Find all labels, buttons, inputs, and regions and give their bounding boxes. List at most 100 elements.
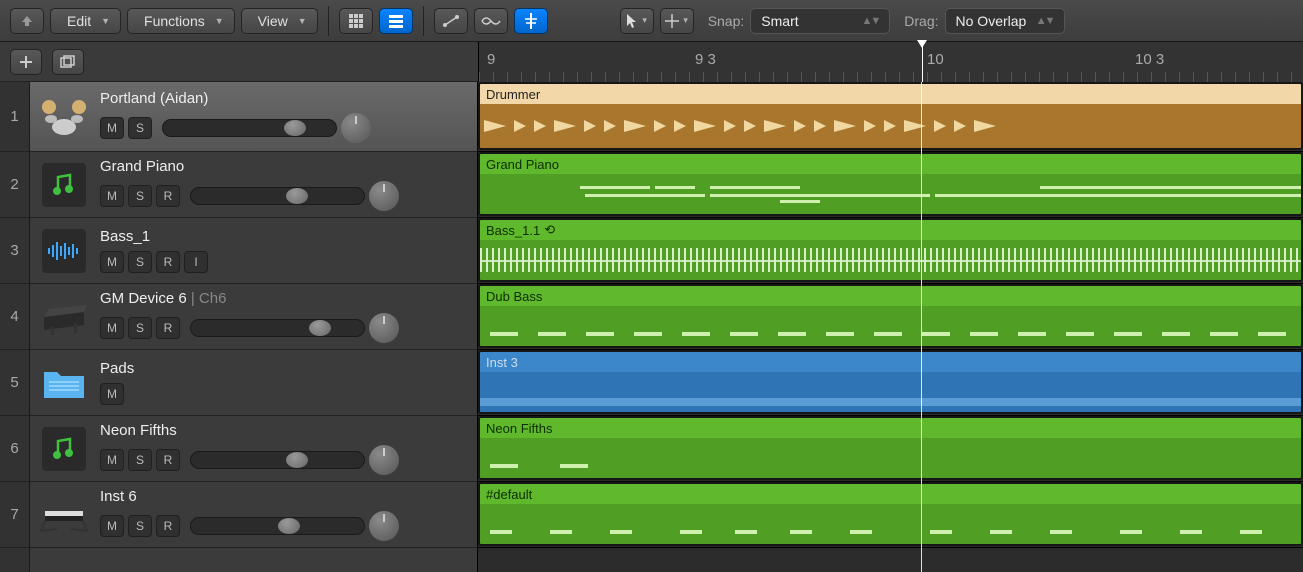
track-headers: Portland (Aidan) MS Grand Piano MSR Bass… [30,82,478,572]
record-button[interactable]: R [156,449,180,471]
track-number[interactable]: 1 [0,82,29,152]
pan-knob[interactable] [369,181,399,211]
track-name[interactable]: GM Device 6 | Ch6 [100,290,467,307]
main-toolbar: Edit▼ Functions▼ View▼ ▾ ▾ Snap: Smart▲▼… [0,0,1303,42]
ruler-label: 9 [487,51,495,68]
playhead-marker[interactable] [922,42,923,82]
record-button[interactable]: R [156,251,180,273]
pan-knob[interactable] [369,445,399,475]
region-label: Grand Piano [480,154,1301,174]
volume-slider[interactable] [190,517,365,535]
stepper-icon: ▲▼ [862,15,880,27]
record-button[interactable]: R [156,185,180,207]
track-number[interactable]: 6 [0,416,29,482]
track-icon [38,357,90,409]
drag-label: Drag: [904,13,938,29]
region-label: Drummer [480,84,1301,104]
volume-slider[interactable] [190,187,365,205]
drag-select[interactable]: No Overlap▲▼ [945,8,1065,34]
volume-slider[interactable] [190,451,365,469]
snap-select[interactable]: Smart▲▼ [750,8,890,34]
pan-knob[interactable] [369,313,399,343]
track-number[interactable]: 4 [0,284,29,350]
volume-slider[interactable] [190,319,365,337]
track-icon [38,159,90,211]
solo-button[interactable]: S [128,251,152,273]
solo-button[interactable]: S [128,185,152,207]
functions-menu[interactable]: Functions▼ [127,8,235,34]
track-header[interactable]: Pads M [30,350,477,416]
track-name[interactable]: Neon Fifths [100,422,467,439]
track-icon [38,225,90,277]
duplicate-track-button[interactable] [52,49,84,75]
track-number[interactable]: 3 [0,218,29,284]
mute-button[interactable]: M [100,251,124,273]
loop-icon: ⟲ [544,222,555,238]
list-view-button[interactable] [379,8,413,34]
chevron-down-icon: ▼ [215,16,224,26]
region-label: Neon Fifths [480,418,1301,438]
input-button[interactable]: I [184,251,208,273]
solo-button[interactable]: S [128,117,152,139]
timeline-ruler[interactable]: 9 9 3 10 10 3 [478,42,1303,82]
mute-button[interactable]: M [100,317,124,339]
catch-playhead-button[interactable] [514,8,548,34]
track-icon [38,91,90,143]
mute-button[interactable]: M [100,449,124,471]
ruler-label: 10 3 [1135,51,1164,68]
track-number[interactable]: 2 [0,152,29,218]
arrange-area[interactable]: Drummer Grand Piano Bass_1.1 ⟲ Dub Bass … [478,82,1303,572]
track-header[interactable]: Grand Piano MSR [30,152,477,218]
mute-button[interactable]: M [100,383,124,405]
solo-button[interactable]: S [128,317,152,339]
secondary-tool[interactable]: ▾ [660,8,694,34]
track-name[interactable]: Grand Piano [100,158,467,175]
edit-menu[interactable]: Edit▼ [50,8,121,34]
track-number-gutter: 1234567 [0,82,30,572]
ruler-label: 9 3 [695,51,716,68]
record-button[interactable]: R [156,515,180,537]
track-header[interactable]: Inst 6 MSR [30,482,477,548]
pan-knob[interactable] [369,511,399,541]
track-number[interactable]: 7 [0,482,29,548]
track-name[interactable]: Pads [100,360,467,377]
view-menu[interactable]: View▼ [241,8,318,34]
solo-button[interactable]: S [128,449,152,471]
mute-button[interactable]: M [100,515,124,537]
track-number[interactable]: 5 [0,350,29,416]
hierarchy-up-button[interactable] [10,8,44,34]
track-name[interactable]: Portland (Aidan) [100,90,467,107]
track-name[interactable]: Bass_1 [100,228,467,245]
track-header[interactable]: Neon Fifths MSR [30,416,477,482]
grid-view-button[interactable] [339,8,373,34]
playhead-line[interactable] [921,82,922,572]
region[interactable]: Drummer [478,82,1303,150]
region[interactable]: Inst 3 [478,350,1303,414]
track-name[interactable]: Inst 6 [100,488,467,505]
track-header[interactable]: GM Device 6 | Ch6 MSR [30,284,477,350]
region[interactable]: Bass_1.1 ⟲ [478,218,1303,282]
snap-label: Snap: [708,13,745,29]
region[interactable]: Neon Fifths [478,416,1303,480]
automation-curve-button[interactable] [434,8,468,34]
record-button[interactable]: R [156,317,180,339]
track-header[interactable]: Portland (Aidan) MS [30,82,477,152]
chevron-down-icon: ▼ [298,16,307,26]
ruler-label: 10 [927,51,944,68]
add-track-button[interactable] [10,49,42,75]
solo-button[interactable]: S [128,515,152,537]
chevron-down-icon: ▼ [101,16,110,26]
track-icon [38,489,90,541]
region[interactable]: Dub Bass [478,284,1303,348]
track-header[interactable]: Bass_1 MSRI [30,218,477,284]
mute-button[interactable]: M [100,185,124,207]
region[interactable]: Grand Piano [478,152,1303,216]
pan-knob[interactable] [341,113,371,143]
flex-button[interactable] [474,8,508,34]
region-label: Inst 3 [480,352,1301,372]
pointer-tool[interactable]: ▾ [620,8,654,34]
volume-slider[interactable] [162,119,337,137]
region[interactable]: #default [478,482,1303,546]
mute-button[interactable]: M [100,117,124,139]
stepper-icon: ▲▼ [1036,15,1054,27]
